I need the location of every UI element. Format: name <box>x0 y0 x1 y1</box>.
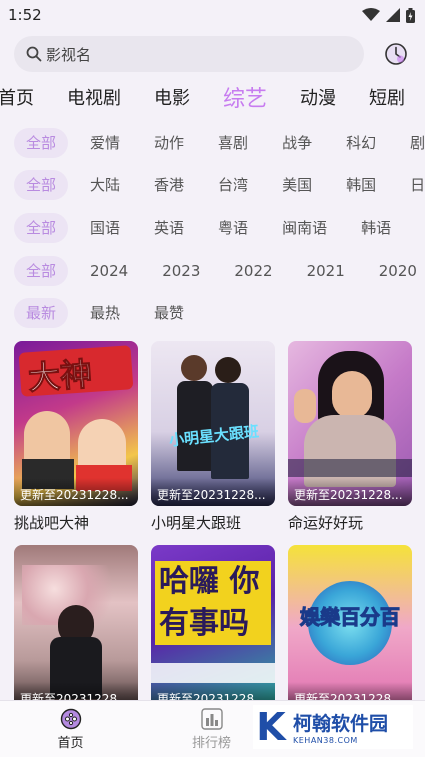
filter-chip[interactable]: 2024 <box>78 256 140 286</box>
filter-chip[interactable]: 2020 <box>367 256 425 286</box>
watermark-main: 柯翰软件园 <box>293 713 389 735</box>
tab-anime[interactable]: 动漫 <box>300 84 336 110</box>
show-card[interactable]: 更新至20231228... 命运好好玩 <box>288 341 412 533</box>
clock-icon <box>385 43 407 65</box>
filter-chip[interactable]: 日语 <box>413 213 425 243</box>
filter-chip[interactable]: 粤语 <box>206 213 260 243</box>
tab-variety[interactable]: 综艺 <box>223 81 267 113</box>
history-button[interactable] <box>382 40 410 68</box>
filter-chip[interactable]: 全部 <box>14 170 69 200</box>
filter-chip[interactable]: 爱情 <box>78 128 132 158</box>
poster-art-text: 哈囉 你有事吗 <box>155 561 271 645</box>
filter-row-sort: 最新 最热 最赞 <box>14 298 425 328</box>
filter-chip[interactable]: 日本 <box>398 170 425 200</box>
sort-chip[interactable]: 最赞 <box>142 298 196 328</box>
sort-chip[interactable]: 最热 <box>78 298 132 328</box>
filter-chip[interactable]: 2022 <box>222 256 284 286</box>
filter-chip[interactable]: 剧情 <box>398 128 425 158</box>
status-bar: 1:52 <box>0 0 425 30</box>
category-tabs: 首页 电视剧 电影 综艺 动漫 短剧 <box>0 80 425 114</box>
show-poster[interactable]: 更新至20231228... <box>288 341 412 506</box>
filter-chip[interactable]: 2021 <box>295 256 357 286</box>
tab-tv-series[interactable]: 电视剧 <box>67 84 121 110</box>
sort-chip[interactable]: 最新 <box>14 298 69 328</box>
filter-row-language: 全部 国语 英语 粤语 闽南语 韩语 日语 <box>14 213 425 243</box>
search-row: 影视名 <box>14 36 410 72</box>
show-card[interactable]: 哈囉 你有事吗 更新至20231228 <box>151 545 275 716</box>
watermark-text: 柯翰软件园 KEHAN38.COM <box>293 709 388 745</box>
show-title: 挑战吧大神 <box>14 514 90 532</box>
poster-art-text: 大神 <box>26 354 94 398</box>
nav-ranking-label: 排行榜 <box>191 735 231 751</box>
update-status: 更新至20231228... <box>14 478 138 506</box>
show-poster[interactable]: 娛樂百分百 更新至20231228 <box>288 545 412 710</box>
filter-chip[interactable]: 大陆 <box>78 170 132 200</box>
show-card[interactable]: 娛樂百分百 更新至20231228 <box>288 545 412 716</box>
tab-movies[interactable]: 电影 <box>154 84 190 110</box>
poster-art-text: 娛樂百分百 <box>300 605 401 630</box>
show-poster[interactable]: 大神 更新至20231228... <box>14 341 138 506</box>
filter-chip[interactable]: 美国 <box>270 170 324 200</box>
show-card[interactable]: 小明星大跟班 更新至20231228... 小明星大跟班 <box>151 341 275 533</box>
search-input[interactable]: 影视名 <box>14 36 364 72</box>
status-icons <box>362 7 415 23</box>
tab-short-drama[interactable]: 短剧 <box>369 84 405 110</box>
watermark-sub: KEHAN38.COM <box>293 736 358 745</box>
filter-chip[interactable]: 喜剧 <box>206 128 260 158</box>
filter-chip[interactable]: 动作 <box>142 128 196 158</box>
show-poster[interactable]: 哈囉 你有事吗 更新至20231228 <box>151 545 275 710</box>
filter-chip[interactable]: 全部 <box>14 256 69 286</box>
filter-row-region: 全部 大陆 香港 台湾 美国 韩国 日本 <box>14 170 425 200</box>
search-placeholder: 影视名 <box>46 45 92 64</box>
filter-chip[interactable]: 2023 <box>150 256 212 286</box>
nav-home[interactable]: 首页 <box>0 701 141 757</box>
filter-chip[interactable]: 全部 <box>14 128 69 158</box>
watermark-logo: K 柯翰软件园 KEHAN38.COM <box>253 705 413 749</box>
show-title: 命运好好玩 <box>288 514 364 532</box>
filter-row-year: 全部 2024 2023 2022 2021 2020 2019 <box>14 256 425 286</box>
filter-chip[interactable]: 国语 <box>78 213 132 243</box>
search-icon <box>26 46 42 62</box>
filter-chip[interactable]: 闽南语 <box>270 213 339 243</box>
show-title: 小明星大跟班 <box>151 514 242 532</box>
update-status: 更新至20231228... <box>151 478 275 506</box>
filter-row-genre: 全部 爱情 动作 喜剧 战争 科幻 剧情 武 <box>14 128 425 158</box>
tab-home[interactable]: 首页 <box>0 84 34 110</box>
filter-chip[interactable]: 科幻 <box>334 128 388 158</box>
filter-chip[interactable]: 战争 <box>270 128 324 158</box>
watermark-k-icon: K <box>256 705 286 749</box>
status-time: 1:52 <box>8 6 42 24</box>
filter-chip[interactable]: 韩国 <box>334 170 388 200</box>
filter-chip[interactable]: 英语 <box>142 213 196 243</box>
filter-chip[interactable]: 香港 <box>142 170 196 200</box>
wifi-icon <box>362 8 380 21</box>
nav-home-label: 首页 <box>57 735 84 751</box>
battery-icon <box>406 7 415 23</box>
signal-icon <box>386 8 400 22</box>
show-poster[interactable]: 更新至20231228 <box>14 545 138 710</box>
filter-chip[interactable]: 台湾 <box>206 170 260 200</box>
gamepad-icon <box>60 708 81 729</box>
filter-chip[interactable]: 全部 <box>14 213 69 243</box>
update-status: 更新至20231228... <box>288 478 412 506</box>
chart-icon <box>200 707 223 730</box>
show-poster[interactable]: 小明星大跟班 更新至20231228... <box>151 341 275 506</box>
show-card[interactable]: 大神 更新至20231228... 挑战吧大神 <box>14 341 138 533</box>
show-card[interactable]: 更新至20231228 <box>14 545 138 716</box>
filter-chip[interactable]: 韩语 <box>349 213 403 243</box>
